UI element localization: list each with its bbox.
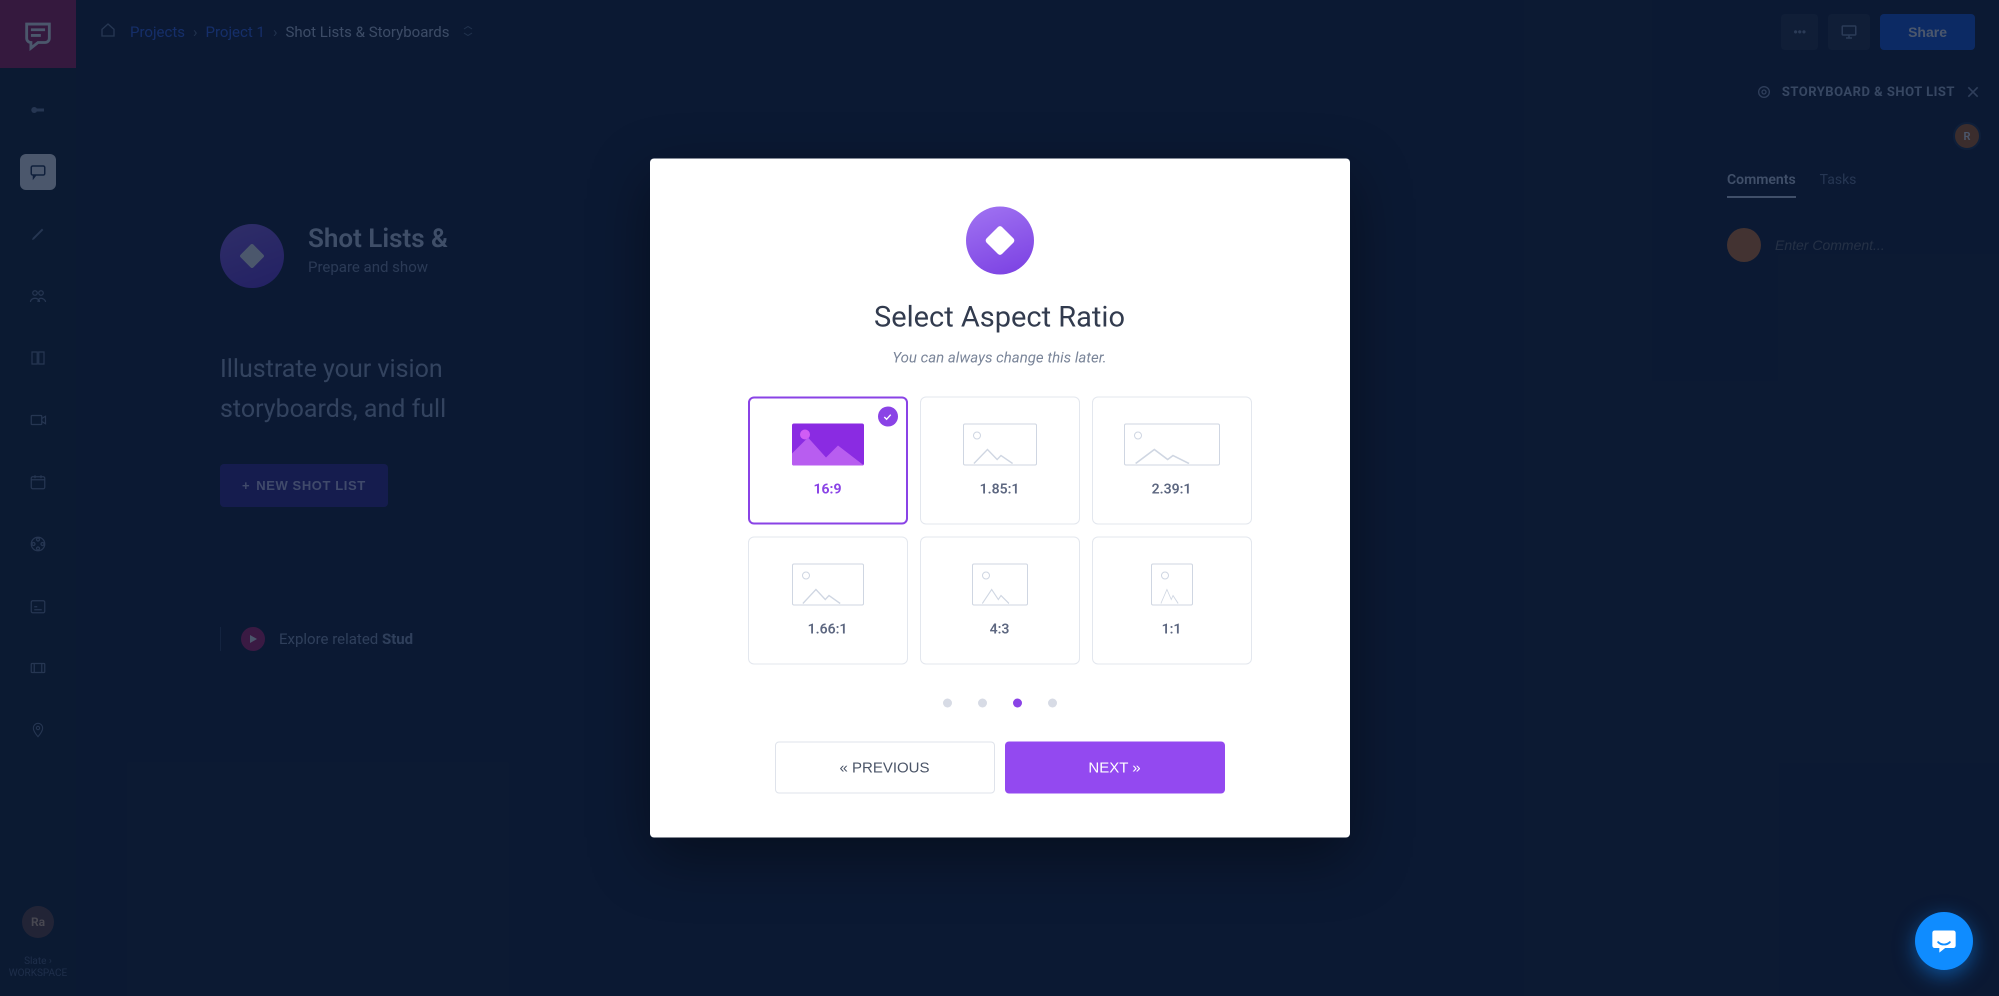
- aspect-option-4-3[interactable]: 4:3: [920, 537, 1080, 665]
- aspect-label: 2.39:1: [1152, 482, 1192, 498]
- image-icon: [972, 564, 1028, 606]
- previous-button[interactable]: « PREVIOUS: [775, 742, 995, 794]
- aspect-label: 1.66:1: [808, 622, 848, 638]
- image-icon: [1151, 564, 1193, 606]
- modal-title: Select Aspect Ratio: [874, 301, 1125, 335]
- step-dot[interactable]: [943, 699, 952, 708]
- step-dot[interactable]: [1013, 699, 1022, 708]
- next-button[interactable]: NEXT »: [1005, 742, 1225, 794]
- aspect-option-2-39-1[interactable]: 2.39:1: [1092, 397, 1252, 525]
- image-icon: [963, 424, 1037, 466]
- check-icon: [878, 407, 898, 427]
- aspect-option-1-1[interactable]: 1:1: [1092, 537, 1252, 665]
- aspect-label: 4:3: [990, 622, 1010, 638]
- aspect-option-1-66-1[interactable]: 1.66:1: [748, 537, 908, 665]
- image-icon: [1124, 424, 1220, 466]
- aspect-ratio-grid: 16:9 1.85:1 2.39:1: [748, 397, 1252, 665]
- aspect-label: 16:9: [813, 482, 841, 498]
- step-dot[interactable]: [978, 699, 987, 708]
- chat-support-button[interactable]: [1915, 912, 1973, 970]
- modal-icon: [966, 207, 1034, 275]
- image-icon: [792, 564, 864, 606]
- step-dot[interactable]: [1048, 699, 1057, 708]
- aspect-option-16-9[interactable]: 16:9: [748, 397, 908, 525]
- modal-subtitle: You can always change this later.: [892, 349, 1106, 367]
- aspect-label: 1.85:1: [980, 482, 1020, 498]
- step-indicator: [943, 699, 1057, 708]
- image-icon: [792, 424, 864, 466]
- aspect-option-1-85-1[interactable]: 1.85:1: [920, 397, 1080, 525]
- aspect-label: 1:1: [1162, 622, 1182, 638]
- aspect-ratio-modal: Select Aspect Ratio You can always chang…: [650, 159, 1350, 838]
